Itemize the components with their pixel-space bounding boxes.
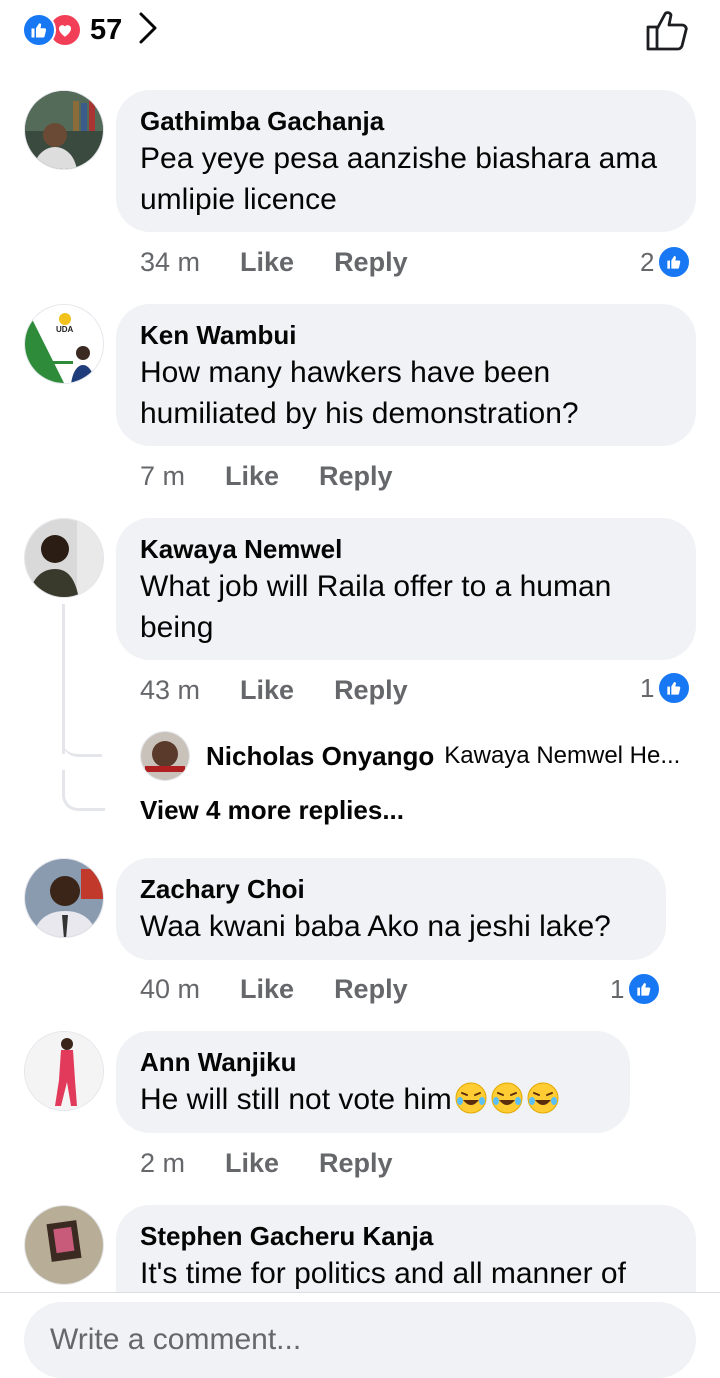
reply-button[interactable]: Reply	[319, 1148, 393, 1179]
view-more-replies-link[interactable]: View 4 more replies...	[140, 795, 404, 826]
comment-text: Pea yeye pesa aanzishe biashara ama umli…	[140, 142, 658, 216]
like-reaction-icon	[627, 972, 662, 1006]
reply-button[interactable]: Reply	[334, 247, 408, 278]
comment-bubble[interactable]: Zachary Choi Waa kwani baba Ako na jeshi…	[116, 858, 666, 960]
reaction-number: 1	[640, 672, 655, 703]
comment-actions: 40 m Like Reply	[140, 974, 448, 1005]
laughing-crying-emoji-icon	[490, 1081, 524, 1115]
like-reaction-icon	[657, 245, 692, 279]
avatar[interactable]: UDA	[24, 304, 104, 384]
like-button[interactable]: Like	[240, 974, 294, 1005]
comment-time: 2 m	[140, 1148, 186, 1178]
commenter-name[interactable]: Zachary Choi	[140, 874, 642, 904]
comment-input[interactable]: Write a comment...	[24, 1302, 696, 1378]
avatar[interactable]	[24, 90, 104, 170]
comment-text: How many hawkers have been humiliated by…	[140, 356, 579, 430]
like-button[interactable]: Like	[240, 675, 294, 706]
comment-reaction-count[interactable]: 2	[640, 245, 692, 279]
comment-text: Waa kwani baba Ako na jeshi lake?	[140, 910, 611, 943]
commenter-name[interactable]: Stephen Gacheru Kanja	[140, 1221, 672, 1251]
reply-button[interactable]: Reply	[319, 461, 393, 492]
comment-time: 7 m	[140, 461, 186, 491]
avatar[interactable]	[24, 518, 104, 598]
commenter-name[interactable]: Gathimba Gachanja	[140, 106, 672, 136]
comment-actions: 2 m Like Reply	[140, 1148, 433, 1179]
comment-reaction-count[interactable]: 1	[610, 972, 662, 1006]
like-reaction-icon	[657, 671, 692, 705]
thumbs-up-outline-icon[interactable]	[644, 8, 690, 57]
reaction-number: 1	[610, 973, 625, 1004]
laughing-crying-emoji-icon	[526, 1081, 560, 1115]
chevron-right-icon	[138, 11, 158, 50]
comment-text: He will still not vote him	[140, 1079, 606, 1120]
like-reaction-icon	[22, 13, 56, 47]
reply-snippet: Kawaya Nemwel He...	[444, 742, 681, 769]
avatar-logo-text: UDA	[56, 325, 74, 334]
reaction-number: 2	[640, 246, 655, 277]
comment-actions: 34 m Like Reply	[140, 247, 448, 278]
laughing-crying-emoji-icon	[454, 1081, 488, 1115]
comment-text: It's time for politics and all manner of	[140, 1257, 626, 1290]
commenter-name[interactable]: Kawaya Nemwel	[140, 534, 672, 564]
avatar[interactable]	[24, 1205, 104, 1285]
avatar	[140, 731, 190, 781]
comment-time: 40 m	[140, 974, 201, 1004]
avatar[interactable]	[24, 1031, 104, 1111]
comment-time: 34 m	[140, 247, 201, 277]
comment-bubble[interactable]: Ann Wanjiku He will still not vote him	[116, 1031, 630, 1133]
commenter-name[interactable]: Ann Wanjiku	[140, 1047, 606, 1077]
thread-connector	[62, 724, 102, 757]
like-button[interactable]: Like	[240, 247, 294, 278]
reply-button[interactable]: Reply	[334, 675, 408, 706]
comment-bubble[interactable]: Ken Wambui How many hawkers have been hu…	[116, 304, 696, 446]
comment-actions: 7 m Like Reply	[140, 461, 433, 492]
comment-time: 43 m	[140, 675, 201, 705]
comment-bubble[interactable]: Gathimba Gachanja Pea yeye pesa aanzishe…	[116, 90, 696, 232]
comment-text: What job will Raila offer to a human bei…	[140, 570, 612, 644]
like-button[interactable]: Like	[225, 1148, 279, 1179]
reply-preview[interactable]: Nicholas Onyango Kawaya Nemwel He...	[140, 731, 680, 781]
comment-actions: 43 m Like Reply	[140, 675, 448, 706]
reaction-summary[interactable]: 57	[22, 10, 158, 50]
comment-reaction-count[interactable]: 1	[640, 671, 692, 705]
comment-text-content: He will still not vote him	[140, 1083, 452, 1116]
reply-button[interactable]: Reply	[334, 974, 408, 1005]
comment-bubble[interactable]: Kawaya Nemwel What job will Raila offer …	[116, 518, 696, 660]
like-button[interactable]: Like	[225, 461, 279, 492]
thread-connector	[62, 770, 105, 811]
reaction-count: 57	[90, 13, 123, 46]
avatar[interactable]	[24, 858, 104, 938]
commenter-name[interactable]: Ken Wambui	[140, 320, 672, 350]
reply-author[interactable]: Nicholas Onyango	[206, 741, 434, 772]
